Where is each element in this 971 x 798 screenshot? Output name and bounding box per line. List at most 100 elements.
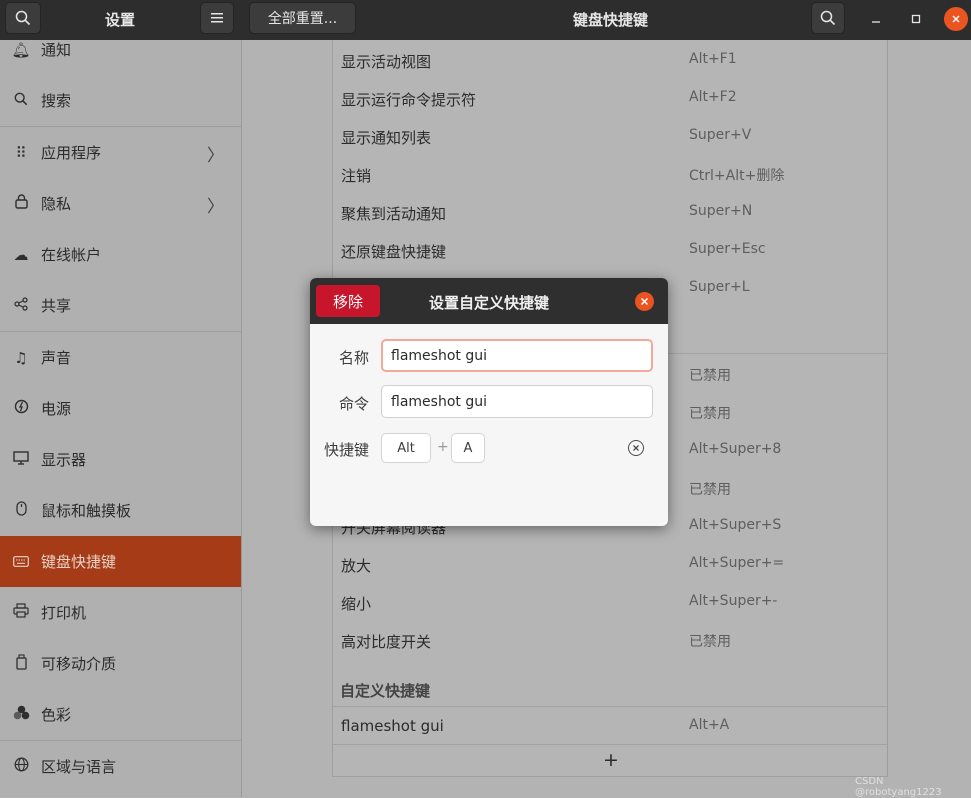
clear-shortcut-button[interactable] (628, 440, 644, 456)
keyboard-icon (11, 553, 31, 571)
shortcut-row[interactable]: 显示运行命令提示符 Alt+F2 (333, 79, 887, 117)
shortcut-name: 聚焦到活动通知 (341, 205, 447, 223)
key-plus: + (437, 439, 449, 455)
shortcut-row[interactable]: 显示通知列表 Super+V (333, 117, 887, 155)
shortcut-name: 显示活动视图 (341, 53, 432, 71)
shortcut-accel: 已禁用 (689, 368, 731, 384)
lock-icon (11, 194, 31, 213)
dialog-header: 移除 设置自定义快捷键 (310, 278, 668, 324)
sidebar-item-privacy[interactable]: 隐私 〉 (0, 178, 241, 229)
shortcut-name: 高对比度开关 (341, 633, 432, 651)
shortcut-accel: Alt+F2 (689, 89, 737, 105)
shortcut-row[interactable]: 高对比度开关 已禁用 (333, 621, 887, 659)
key-cap-key: A (451, 433, 485, 463)
sidebar-item-removable-media[interactable]: 可移动介质 (0, 638, 241, 689)
header-bar: 设置 全部重置... 键盘快捷键 (0, 0, 971, 40)
color-icon (11, 705, 31, 724)
name-label: 名称 (339, 349, 370, 367)
shortcut-name: 放大 (341, 557, 372, 575)
bell-icon: 🔔︎ (11, 40, 31, 59)
sidebar-item-sharing[interactable]: 共享 (0, 280, 241, 331)
shortcut-name: 显示通知列表 (341, 129, 432, 147)
shortcut-accel: Alt+A (689, 717, 730, 733)
globe-icon (11, 757, 31, 776)
watermark: CSDN @robotyang1223 (855, 776, 942, 798)
minimize-icon (872, 21, 880, 23)
hamburger-menu-icon (211, 13, 223, 23)
shortcut-accel: Super+V (689, 127, 752, 143)
mouse-icon (11, 501, 31, 520)
sidebar-item-label: 在线帐户 (41, 246, 102, 264)
close-icon (640, 297, 649, 306)
shortcut-name: 还原键盘快捷键 (341, 243, 447, 261)
settings-title: 设置 (105, 11, 136, 29)
sidebar-item-printers[interactable]: 打印机 (0, 587, 241, 638)
shortcut-row[interactable]: 注销 Ctrl+Alt+删除 (333, 155, 887, 193)
close-icon (952, 15, 960, 23)
sidebar-item-label: 键盘快捷键 (41, 553, 117, 571)
sidebar-item-notifications[interactable]: 🔔︎ 通知 (0, 40, 241, 75)
shortcut-accel: Super+Esc (689, 241, 766, 257)
hamburger-menu-button[interactable] (200, 2, 234, 34)
chevron-right-icon: 〉 (207, 146, 224, 166)
shortcut-accel: Ctrl+Alt+删除 (689, 168, 785, 184)
reset-all-button[interactable]: 全部重置... (249, 2, 356, 34)
sidebar-item-region-language[interactable]: 区域与语言 (0, 741, 241, 792)
share-icon (11, 296, 31, 315)
sidebar-item-label: 应用程序 (41, 144, 102, 162)
sidebar-item-label: 鼠标和触摸板 (41, 502, 132, 520)
sidebar-item-label: 共享 (41, 297, 72, 315)
maximize-icon (911, 14, 921, 24)
shortcut-accel: 已禁用 (689, 482, 731, 498)
sidebar-item-sound[interactable]: ♫ 声音 (0, 332, 241, 383)
printer-icon (11, 603, 31, 622)
settings-sidebar: 🔔︎ 通知 搜索 ⠿ 应用程序 〉 隐私 〉 ☁︎ 在线帐户 共享 ♫ 声音 电… (0, 40, 242, 797)
section-divider (333, 744, 887, 745)
command-field[interactable] (381, 385, 653, 418)
command-label: 命令 (339, 395, 370, 413)
name-field[interactable] (381, 339, 653, 372)
sidebar-item-mouse-touchpad[interactable]: 鼠标和触摸板 (0, 485, 241, 536)
shortcut-accel: 已禁用 (689, 634, 731, 650)
dialog-close-button[interactable] (635, 292, 654, 311)
search-button[interactable] (5, 2, 41, 34)
shortcut-accel: Alt+F1 (689, 51, 737, 67)
sidebar-item-power[interactable]: 电源 (0, 383, 241, 434)
sidebar-item-label: 通知 (41, 41, 72, 59)
sidebar-item-online-accounts[interactable]: ☁︎ 在线帐户 (0, 229, 241, 280)
search-icon (15, 10, 31, 26)
search-icon (11, 92, 31, 110)
display-icon (11, 450, 31, 469)
power-icon (11, 399, 31, 418)
key-cap-modifier: Alt (381, 433, 431, 463)
shortcut-name: 注销 (341, 167, 372, 185)
dialog-title: 设置自定义快捷键 (428, 294, 549, 312)
minimize-button[interactable] (864, 7, 888, 31)
shortcut-row[interactable]: 缩小 Alt+Super+- (333, 583, 887, 621)
sidebar-item-label: 色彩 (41, 706, 72, 724)
shortcut-row[interactable]: 放大 Alt+Super+= (333, 545, 887, 583)
shortcut-row[interactable]: 还原键盘快捷键 Super+Esc (333, 231, 887, 269)
sidebar-item-label: 显示器 (41, 451, 87, 469)
removable-media-icon (11, 653, 31, 674)
custom-shortcut-row[interactable]: flameshot gui Alt+A (333, 707, 887, 745)
search-icon (820, 10, 836, 26)
sidebar-item-search[interactable]: 搜索 (0, 75, 241, 126)
sidebar-item-label: 搜索 (41, 92, 72, 110)
close-button[interactable] (944, 7, 968, 31)
add-shortcut-button[interactable]: + (603, 749, 619, 771)
custom-shortcut-dialog: 移除 设置自定义快捷键 名称 命令 快捷键 Alt + A (310, 278, 668, 526)
sidebar-item-keyboard-shortcuts[interactable]: 键盘快捷键 (0, 536, 241, 587)
shortcut-row[interactable]: 聚焦到活动通知 Super+N (333, 193, 887, 231)
shortcut-accel: Alt+Super+8 (689, 441, 782, 457)
panel-title: 键盘快捷键 (573, 11, 649, 29)
sidebar-item-displays[interactable]: 显示器 (0, 434, 241, 485)
sidebar-item-color[interactable]: 色彩 (0, 689, 241, 740)
shortcut-row[interactable]: 显示活动视图 Alt+F1 (333, 41, 887, 79)
maximize-button[interactable] (904, 7, 928, 31)
apps-grid-icon: ⠿ (15, 143, 27, 162)
custom-shortcuts-heading: 自定义快捷键 (340, 682, 431, 700)
shortcut-search-button[interactable] (811, 2, 845, 34)
sidebar-item-applications[interactable]: ⠿ 应用程序 〉 (0, 127, 241, 178)
shortcut-label: 快捷键 (324, 441, 370, 459)
